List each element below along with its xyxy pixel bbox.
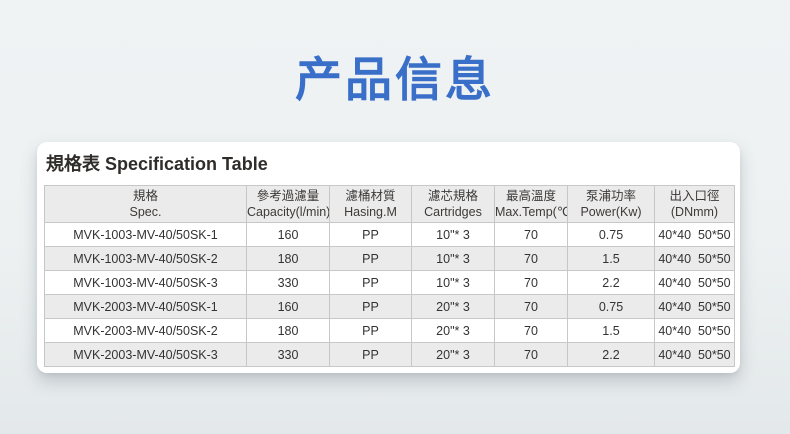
- spec-value-cell: PP: [330, 247, 412, 271]
- spec-model-cell: MVK-2003-MV-40/50SK-3: [45, 343, 247, 367]
- spec-value-cell: PP: [330, 295, 412, 319]
- spec-model-cell: MVK-1003-MV-40/50SK-1: [45, 223, 247, 247]
- column-header-en: Cartridges: [412, 204, 494, 220]
- spec-value-cell: 70: [495, 247, 568, 271]
- spec-value-cell: 20"* 3: [412, 295, 495, 319]
- spec-value-cell: PP: [330, 343, 412, 367]
- table-row: MVK-2003-MV-40/50SK-2180PP20"* 3701.540*…: [45, 319, 735, 343]
- spec-value-cell: 10"* 3: [412, 223, 495, 247]
- spec-value-cell: PP: [330, 319, 412, 343]
- table-row: MVK-1003-MV-40/50SK-1160PP10"* 3700.7540…: [45, 223, 735, 247]
- spec-model-cell: MVK-2003-MV-40/50SK-2: [45, 319, 247, 343]
- spec-value-cell: 1.5: [568, 247, 655, 271]
- spec-value-cell: 10"* 3: [412, 271, 495, 295]
- spec-value-cell: 160: [247, 223, 330, 247]
- column-header-en: Power(Kw): [568, 204, 654, 220]
- spec-value-cell: 0.75: [568, 223, 655, 247]
- column-header-3: 濾芯規格Cartridges: [412, 186, 495, 223]
- spec-value-cell: 160: [247, 295, 330, 319]
- spec-value-cell: 2.2: [568, 271, 655, 295]
- column-header-2: 濾桶材質Hasing.M: [330, 186, 412, 223]
- spec-value-cell: 70: [495, 223, 568, 247]
- spec-value-cell: PP: [330, 271, 412, 295]
- table-row: MVK-2003-MV-40/50SK-1160PP20"* 3700.7540…: [45, 295, 735, 319]
- spec-value-cell: 40*40 50*50: [655, 223, 735, 247]
- spec-value-cell: 330: [247, 343, 330, 367]
- spec-value-cell: 70: [495, 319, 568, 343]
- spec-model-cell: MVK-2003-MV-40/50SK-1: [45, 295, 247, 319]
- column-header-0: 規格Spec.: [45, 186, 247, 223]
- spec-table-body: MVK-1003-MV-40/50SK-1160PP10"* 3700.7540…: [45, 223, 735, 367]
- spec-value-cell: 70: [495, 295, 568, 319]
- spec-value-cell: 20"* 3: [412, 319, 495, 343]
- spec-value-cell: 1.5: [568, 319, 655, 343]
- spec-value-cell: 180: [247, 319, 330, 343]
- table-row: MVK-1003-MV-40/50SK-2180PP10"* 3701.540*…: [45, 247, 735, 271]
- column-header-zh: 參考過濾量: [247, 188, 329, 204]
- spec-value-cell: 180: [247, 247, 330, 271]
- column-header-en: Spec.: [45, 204, 246, 220]
- table-row: MVK-2003-MV-40/50SK-3330PP20"* 3702.240*…: [45, 343, 735, 367]
- spec-value-cell: 2.2: [568, 343, 655, 367]
- column-header-zh: 濾芯規格: [412, 188, 494, 204]
- column-header-zh: 濾桶材質: [330, 188, 411, 204]
- spec-value-cell: 40*40 50*50: [655, 319, 735, 343]
- column-header-en: Hasing.M: [330, 204, 411, 220]
- column-header-zh: 出入口徑: [655, 188, 734, 204]
- page-title: 产品信息: [0, 54, 790, 106]
- column-header-en: Max.Temp(℃): [495, 204, 567, 220]
- spec-table: 規格Spec.參考過濾量Capacity(l/min)濾桶材質Hasing.M濾…: [44, 185, 735, 367]
- spec-value-cell: 20"* 3: [412, 343, 495, 367]
- spec-value-cell: 10"* 3: [412, 247, 495, 271]
- spec-value-cell: 330: [247, 271, 330, 295]
- column-header-zh: 規格: [45, 188, 246, 204]
- spec-model-cell: MVK-1003-MV-40/50SK-2: [45, 247, 247, 271]
- spec-card: 規格表 Specification Table 規格Spec.參考過濾量Capa…: [37, 142, 740, 373]
- spec-table-title: 規格表 Specification Table: [46, 152, 734, 176]
- spec-value-cell: 70: [495, 271, 568, 295]
- spec-value-cell: 40*40 50*50: [655, 271, 735, 295]
- spec-table-head-row: 規格Spec.參考過濾量Capacity(l/min)濾桶材質Hasing.M濾…: [45, 186, 735, 223]
- column-header-zh: 泵浦功率: [568, 188, 654, 204]
- spec-model-cell: MVK-1003-MV-40/50SK-3: [45, 271, 247, 295]
- spec-value-cell: PP: [330, 223, 412, 247]
- column-header-zh: 最高溫度: [495, 188, 567, 204]
- column-header-6: 出入口徑(DNmm): [655, 186, 735, 223]
- column-header-1: 參考過濾量Capacity(l/min): [247, 186, 330, 223]
- column-header-en: Capacity(l/min): [247, 204, 329, 220]
- column-header-5: 泵浦功率Power(Kw): [568, 186, 655, 223]
- column-header-4: 最高溫度Max.Temp(℃): [495, 186, 568, 223]
- spec-value-cell: 40*40 50*50: [655, 343, 735, 367]
- column-header-en: (DNmm): [655, 204, 734, 220]
- spec-value-cell: 70: [495, 343, 568, 367]
- spec-value-cell: 40*40 50*50: [655, 295, 735, 319]
- table-row: MVK-1003-MV-40/50SK-3330PP10"* 3702.240*…: [45, 271, 735, 295]
- spec-value-cell: 0.75: [568, 295, 655, 319]
- spec-value-cell: 40*40 50*50: [655, 247, 735, 271]
